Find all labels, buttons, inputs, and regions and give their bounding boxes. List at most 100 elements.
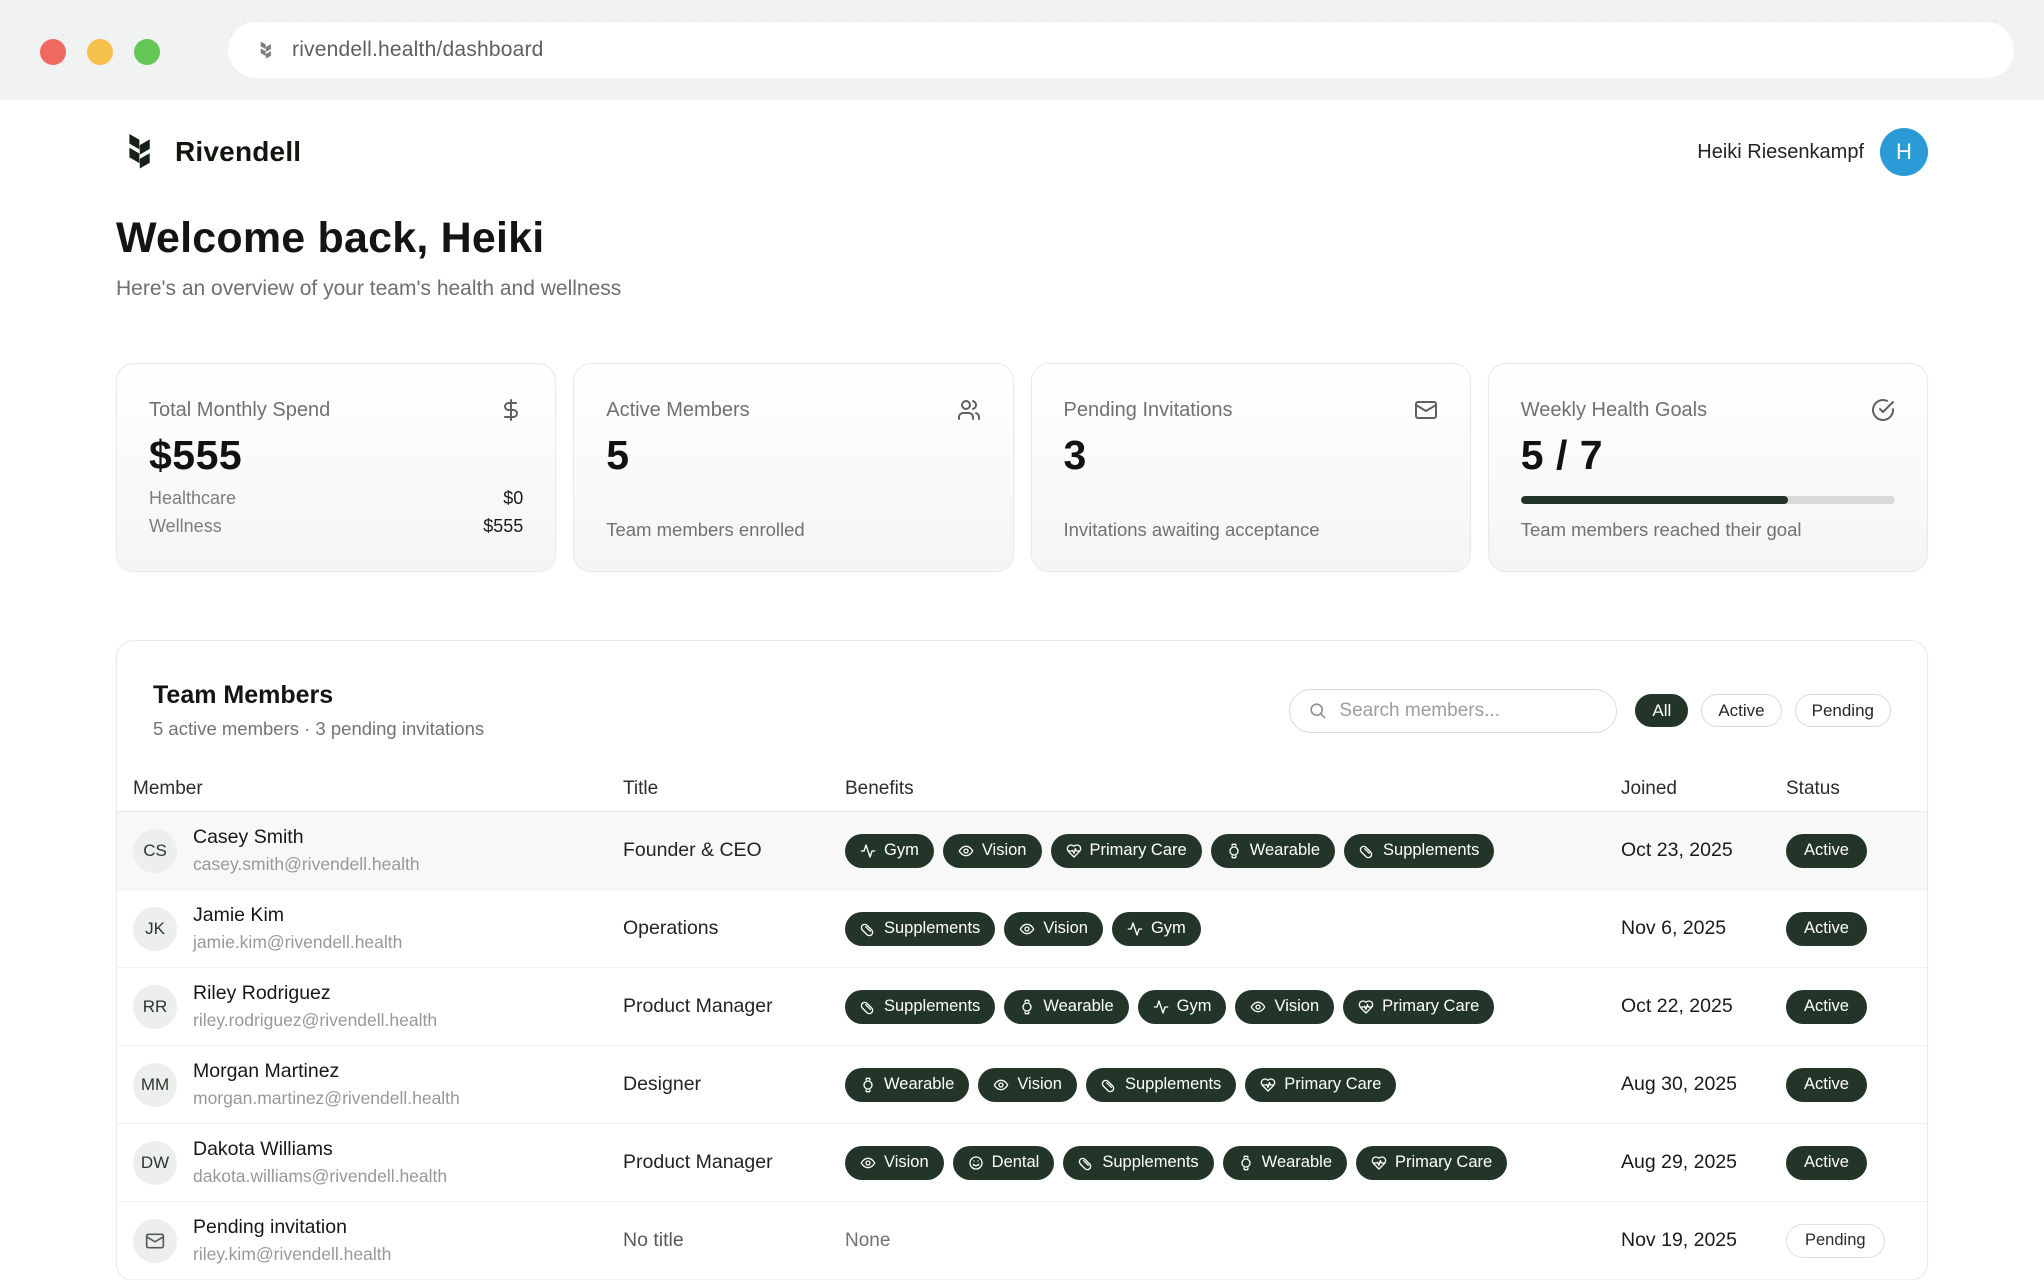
- benefit-pill: Supplements: [845, 912, 995, 946]
- stat-label: Active Members: [606, 399, 749, 422]
- heart-pulse-icon: [1066, 843, 1082, 859]
- benefit-label: Dental: [992, 1153, 1040, 1172]
- benefit-label: Vision: [884, 1153, 929, 1172]
- stats-row: Total Monthly Spend$555Healthcare$0Welln…: [116, 363, 1928, 572]
- eye-icon: [1250, 999, 1266, 1015]
- member-email: jamie.kim@rivendell.health: [193, 932, 402, 953]
- eye-icon: [1019, 921, 1035, 937]
- table-row[interactable]: CS Casey Smith casey.smith@rivendell.healt…: [117, 812, 1927, 890]
- benefit-label: Gym: [1177, 997, 1212, 1016]
- member-joined-date: Oct 22, 2025: [1621, 995, 1786, 1018]
- table-row[interactable]: JKJamie Kimjamie.kim@rivendell.healthOpe…: [117, 890, 1927, 968]
- stat-value: 3: [1064, 432, 1438, 479]
- benefit-label: Supplements: [1102, 1153, 1198, 1172]
- status-badge: Active: [1786, 834, 1867, 868]
- url-text: rivendell.health/dashboard: [292, 38, 544, 62]
- table-row[interactable]: DWDakota Williamsdakota.williams@rivende…: [117, 1124, 1927, 1202]
- benefit-label: Wearable: [884, 1075, 954, 1094]
- breakdown-value: $555: [483, 513, 523, 541]
- benefit-label: Supplements: [1383, 841, 1479, 860]
- status-badge: Active: [1786, 1146, 1867, 1180]
- member-title: Operations: [623, 917, 845, 940]
- minimize-window-button[interactable]: [87, 39, 113, 65]
- status-badge: Pending: [1786, 1224, 1885, 1258]
- benefit-pill: Wearable: [1223, 1146, 1347, 1180]
- activity-icon: [860, 843, 876, 859]
- activity-icon: [1127, 921, 1143, 937]
- member-avatar: MM: [133, 1063, 177, 1107]
- benefit-pill: Supplements: [1344, 834, 1494, 868]
- activity-icon: [1153, 999, 1169, 1015]
- benefit-label: Vision: [1043, 919, 1088, 938]
- brand-logo[interactable]: Rivendell: [116, 129, 301, 175]
- benefit-pill: Supplements: [1063, 1146, 1213, 1180]
- breakdown-label: Wellness: [149, 513, 222, 541]
- close-window-button[interactable]: [40, 39, 66, 65]
- benefit-pill: Vision: [1235, 990, 1334, 1024]
- benefit-label: Supplements: [884, 919, 980, 938]
- benefit-pill: Wearable: [1211, 834, 1335, 868]
- benefit-pill: Gym: [1112, 912, 1201, 946]
- column-header-benefits: Benefits: [845, 778, 1621, 800]
- zoom-window-button[interactable]: [134, 39, 160, 65]
- benefit-pill: Dental: [953, 1146, 1055, 1180]
- member-email: riley.kim@rivendell.health: [193, 1244, 391, 1265]
- page-title: Welcome back, Heiki: [116, 214, 1928, 263]
- breakdown-label: Healthcare: [149, 485, 236, 513]
- progress-fill: [1521, 496, 1788, 504]
- table-row[interactable]: MMMorgan Martinezmorgan.martinez@rivende…: [117, 1046, 1927, 1124]
- member-name: Casey Smith: [193, 826, 420, 849]
- table-header: Member Title Benefits Joined Status: [117, 766, 1927, 812]
- benefit-label: Primary Care: [1090, 841, 1187, 860]
- page-subtitle: Here's an overview of your team's health…: [116, 277, 1928, 301]
- member-joined-date: Aug 30, 2025: [1621, 1073, 1786, 1096]
- status-badge: Active: [1786, 912, 1867, 946]
- member-joined-date: Oct 23, 2025: [1621, 839, 1786, 862]
- member-joined-date: Aug 29, 2025: [1621, 1151, 1786, 1174]
- filter-all[interactable]: All: [1635, 694, 1688, 727]
- search-input[interactable]: [1339, 700, 1598, 722]
- search-members-box[interactable]: [1289, 689, 1617, 733]
- member-avatar: CS: [133, 829, 177, 873]
- member-name: Dakota Williams: [193, 1138, 447, 1161]
- benefit-pill: Gym: [1138, 990, 1227, 1024]
- benefit-pill: Supplements: [845, 990, 995, 1024]
- stat-detail: Team members enrolled: [606, 519, 980, 541]
- avatar[interactable]: H: [1880, 128, 1928, 176]
- user-menu[interactable]: Heiki Riesenkampf H: [1697, 128, 1928, 176]
- stat-value: 5 / 7: [1521, 432, 1895, 479]
- health-goal-progress-bar: [1521, 496, 1895, 504]
- stat-caption: Team members reached their goal: [1521, 519, 1895, 541]
- benefit-label: Primary Care: [1382, 997, 1479, 1016]
- address-bar[interactable]: rivendell.health/dashboard: [228, 22, 2014, 78]
- member-name: Jamie Kim: [193, 904, 402, 927]
- team-members-card: Team Members 5 active members · 3 pendin…: [116, 640, 1928, 1280]
- benefit-label: Supplements: [884, 997, 980, 1016]
- mail-icon: [145, 1231, 165, 1251]
- filter-pending[interactable]: Pending: [1795, 694, 1891, 727]
- table-row[interactable]: Pending invitationriley.kim@rivendell.he…: [117, 1202, 1927, 1280]
- benefit-label: Vision: [1274, 997, 1319, 1016]
- pill-icon: [860, 999, 876, 1015]
- member-email: casey.smith@rivendell.health: [193, 854, 420, 875]
- benefit-label: Primary Care: [1395, 1153, 1492, 1172]
- stat-card: Total Monthly Spend$555Healthcare$0Welln…: [116, 363, 556, 572]
- benefit-pill: Vision: [943, 834, 1042, 868]
- table-row[interactable]: RRRiley Rodriguezriley.rodriguez@rivende…: [117, 968, 1927, 1046]
- status-badge: Active: [1786, 1068, 1867, 1102]
- member-joined-date: Nov 6, 2025: [1621, 917, 1786, 940]
- member-email: riley.rodriguez@rivendell.health: [193, 1010, 437, 1031]
- benefit-pill: Primary Care: [1356, 1146, 1507, 1180]
- table-body: CS Casey Smith casey.smith@rivendell.healt…: [117, 812, 1927, 1280]
- stat-value: $555: [149, 432, 523, 479]
- member-benefits: Gym Vision Primary Care Wearable Supplements: [845, 834, 1621, 868]
- pending-avatar: [133, 1219, 177, 1263]
- column-header-status: Status: [1786, 778, 1911, 800]
- wheat-icon: [116, 129, 162, 175]
- watch-icon: [1226, 843, 1242, 859]
- member-benefits: Supplements Vision Gym: [845, 912, 1621, 946]
- filter-active[interactable]: Active: [1701, 694, 1781, 727]
- benefit-label: Wearable: [1043, 997, 1113, 1016]
- benefit-label: Wearable: [1262, 1153, 1332, 1172]
- benefit-label: Gym: [884, 841, 919, 860]
